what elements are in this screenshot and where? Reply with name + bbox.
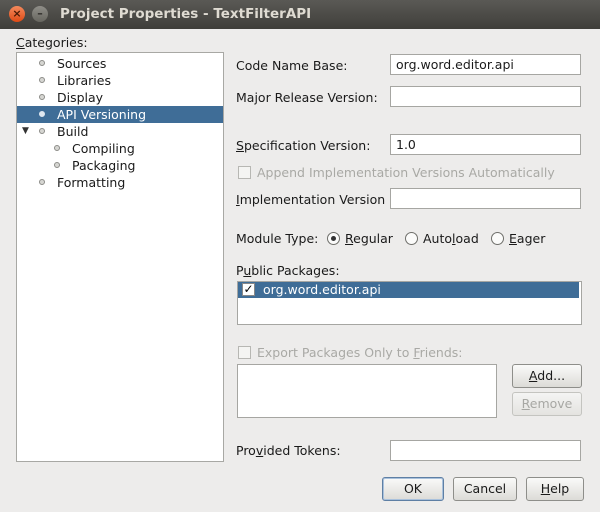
categories-label: Categories: <box>16 35 88 50</box>
tree-item-build[interactable]: ▼ Build <box>17 123 223 140</box>
provided-tokens-input[interactable] <box>390 440 581 461</box>
implementation-version-label: Implementation Version <box>236 192 386 207</box>
cancel-button[interactable]: Cancel <box>453 477 517 501</box>
tree-leaf-bullet-icon <box>54 162 60 168</box>
major-release-version-label: Major Release Version: <box>236 90 378 105</box>
tree-item-compiling[interactable]: Compiling <box>17 140 223 157</box>
tree-item-libraries[interactable]: Libraries <box>17 72 223 89</box>
tree-item-api-versioning[interactable]: API Versioning <box>17 106 223 123</box>
module-type-autoload-label: Autoload <box>423 231 479 246</box>
add-button[interactable]: Add... <box>512 364 582 388</box>
public-packages-list[interactable]: ✓ org.word.editor.api <box>237 281 582 325</box>
module-type-autoload-radio[interactable] <box>405 232 418 245</box>
append-impl-versions-label: Append Implementation Versions Automatic… <box>257 165 555 180</box>
tree-leaf-bullet-icon <box>39 111 45 117</box>
specification-version-label: Specification Version: <box>236 138 371 153</box>
help-button[interactable]: Help <box>526 477 584 501</box>
close-icon[interactable]: × <box>9 6 25 22</box>
implementation-version-input[interactable] <box>390 188 581 209</box>
tree-leaf-bullet-icon <box>54 145 60 151</box>
append-impl-versions-checkbox[interactable] <box>238 166 251 179</box>
public-package-name: org.word.editor.api <box>263 282 381 297</box>
export-friends-checkbox[interactable] <box>238 346 251 359</box>
code-name-base-label: Code Name Base: <box>236 58 348 73</box>
export-friends-label: Export Packages Only to Friends: <box>257 345 463 360</box>
tree-leaf-bullet-icon <box>39 60 45 66</box>
public-packages-label: Public Packages: <box>236 263 340 278</box>
module-type-regular-radio[interactable] <box>327 232 340 245</box>
tree-leaf-bullet-icon <box>39 77 45 83</box>
title-bar: × – Project Properties - TextFilterAPI <box>0 0 600 29</box>
tree-item-display[interactable]: Display <box>17 89 223 106</box>
major-release-version-input[interactable] <box>390 86 581 107</box>
code-name-base-input[interactable] <box>390 54 581 75</box>
categories-tree[interactable]: Sources Libraries Display API Versioning… <box>16 52 224 462</box>
public-package-row[interactable]: ✓ org.word.editor.api <box>238 282 579 298</box>
tree-item-packaging[interactable]: Packaging <box>17 157 223 174</box>
provided-tokens-label: Provided Tokens: <box>236 443 341 458</box>
tree-leaf-bullet-icon <box>39 128 45 134</box>
minimize-icon[interactable]: – <box>32 6 48 22</box>
module-type-regular-label: Regular <box>345 231 393 246</box>
remove-button[interactable]: Remove <box>512 392 582 416</box>
ok-button[interactable]: OK <box>382 477 444 501</box>
friends-list[interactable] <box>237 364 497 418</box>
expand-arrow-icon[interactable]: ▼ <box>22 123 29 140</box>
module-type-eager-radio[interactable] <box>491 232 504 245</box>
tree-leaf-bullet-icon <box>39 94 45 100</box>
module-type-eager-label: Eager <box>509 231 546 246</box>
specification-version-input[interactable] <box>390 134 581 155</box>
tree-item-sources[interactable]: Sources <box>17 55 223 72</box>
window-title: Project Properties - TextFilterAPI <box>60 6 312 22</box>
tree-item-formatting[interactable]: Formatting <box>17 174 223 191</box>
project-properties-dialog: × – Project Properties - TextFilterAPI C… <box>0 0 600 512</box>
public-package-checkbox[interactable]: ✓ <box>242 283 255 296</box>
module-type-label: Module Type: <box>236 231 319 246</box>
tree-leaf-bullet-icon <box>39 179 45 185</box>
